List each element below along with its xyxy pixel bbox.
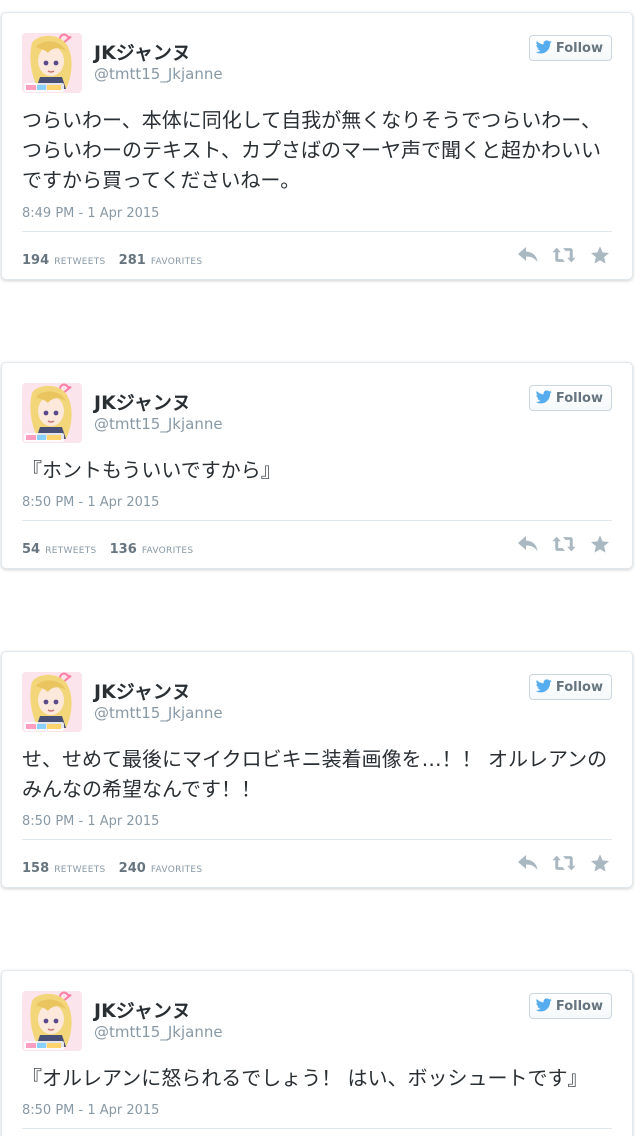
- tweet-stats: 158 RETWEETS 240 FAVORITES: [22, 857, 210, 876]
- favorites-label: FAVORITES: [141, 546, 194, 556]
- tweet-text: つらいわー、本体に同化して自我が無くなりそうでつらいわー、つらいわーのテキスト、…: [22, 108, 601, 192]
- favorite-count[interactable]: 281: [119, 253, 146, 268]
- twitter-bird-icon: [535, 39, 552, 58]
- tweet-stats: 54 RETWEETS 136 FAVORITES: [22, 538, 201, 557]
- retweet-icon[interactable]: [552, 534, 576, 554]
- retweet-count[interactable]: 54: [22, 542, 40, 557]
- avatar[interactable]: [22, 991, 82, 1051]
- tweet-timestamp[interactable]: 8:50 PM - 1 Apr 2015: [22, 814, 159, 829]
- retweets-label: RETWEETS: [54, 865, 106, 875]
- follow-button[interactable]: Follow: [528, 35, 612, 61]
- tweet-text: 『オルレアンに怒られるでしょう！ はい、ボッシュートです』: [22, 1066, 588, 1090]
- tweet-text: 『ホントもういいですから』: [22, 458, 281, 482]
- retweets-label: RETWEETS: [54, 257, 106, 267]
- reply-icon[interactable]: [516, 534, 540, 554]
- favorite-icon[interactable]: [588, 853, 612, 873]
- follow-label: Follow: [555, 998, 603, 1014]
- tweet-timestamp[interactable]: 8:50 PM - 1 Apr 2015: [22, 495, 159, 510]
- follow-button[interactable]: Follow: [528, 674, 612, 700]
- tweet-actions: [516, 534, 612, 554]
- follow-label: Follow: [555, 40, 603, 56]
- avatar[interactable]: [22, 33, 82, 93]
- favorites-label: FAVORITES: [150, 865, 203, 875]
- author-display-name[interactable]: JKジャンヌ: [94, 677, 191, 704]
- retweet-icon[interactable]: [552, 853, 576, 873]
- divider: [22, 231, 612, 232]
- author-display-name[interactable]: JKジャンヌ: [94, 388, 191, 415]
- favorite-count[interactable]: 240: [119, 861, 146, 876]
- retweet-icon[interactable]: [552, 245, 576, 265]
- reply-icon[interactable]: [516, 853, 540, 873]
- twitter-bird-icon: [535, 678, 552, 697]
- twitter-bird-icon: [535, 997, 552, 1016]
- tweet-actions: [516, 245, 612, 265]
- author-display-name[interactable]: JKジャンヌ: [94, 996, 191, 1023]
- tweet-text: せ、せめて最後にマイクロビキニ装着画像を…！！ オルレアンのみんなの希望なんです…: [22, 747, 608, 801]
- tweet-card: JKジャンヌ @tmtt15_Jkjanne Follow せ、せめて最後にマイ…: [1, 651, 633, 888]
- author-handle[interactable]: @tmtt15_Jkjanne: [94, 415, 223, 433]
- follow-button[interactable]: Follow: [528, 385, 612, 411]
- author-handle[interactable]: @tmtt15_Jkjanne: [94, 704, 223, 722]
- author-handle[interactable]: @tmtt15_Jkjanne: [94, 1023, 223, 1041]
- divider: [22, 520, 612, 521]
- twitter-bird-icon: [535, 389, 552, 408]
- favorite-icon[interactable]: [588, 245, 612, 265]
- tweet-stats: 194 RETWEETS 281 FAVORITES: [22, 249, 210, 268]
- follow-label: Follow: [555, 390, 603, 406]
- follow-label: Follow: [555, 679, 603, 695]
- author-handle[interactable]: @tmtt15_Jkjanne: [94, 65, 223, 83]
- author-display-name[interactable]: JKジャンヌ: [94, 38, 191, 65]
- tweet-card: JKジャンヌ @tmtt15_Jkjanne Follow つらいわー、本体に同…: [1, 12, 633, 280]
- favorites-label: FAVORITES: [150, 257, 203, 267]
- retweet-count[interactable]: 158: [22, 861, 49, 876]
- retweet-count[interactable]: 194: [22, 253, 49, 268]
- tweet-timestamp[interactable]: 8:49 PM - 1 Apr 2015: [22, 206, 159, 221]
- favorite-icon[interactable]: [588, 534, 612, 554]
- tweet-card: JKジャンヌ @tmtt15_Jkjanne Follow 『オルレアンに怒られ…: [1, 970, 633, 1136]
- tweet-card: JKジャンヌ @tmtt15_Jkjanne Follow 『ホントもういいです…: [1, 362, 633, 569]
- favorite-count[interactable]: 136: [110, 542, 137, 557]
- retweets-label: RETWEETS: [45, 546, 97, 556]
- avatar[interactable]: [22, 383, 82, 443]
- divider: [22, 839, 612, 840]
- tweet-feed: JKジャンヌ @tmtt15_Jkjanne Follow つらいわー、本体に同…: [0, 0, 640, 1136]
- follow-button[interactable]: Follow: [528, 993, 612, 1019]
- reply-icon[interactable]: [516, 245, 540, 265]
- tweet-actions: [516, 853, 612, 873]
- avatar[interactable]: [22, 672, 82, 732]
- divider: [22, 1128, 612, 1129]
- tweet-timestamp[interactable]: 8:50 PM - 1 Apr 2015: [22, 1103, 159, 1118]
